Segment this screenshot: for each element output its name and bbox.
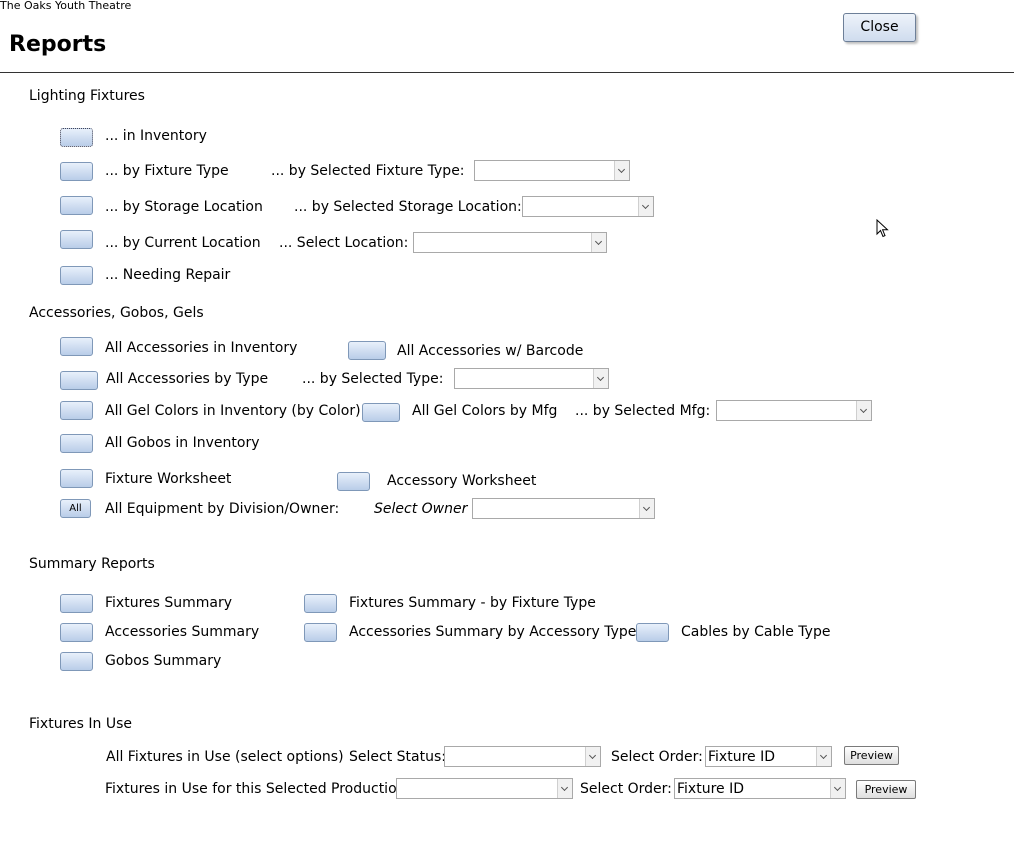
header-divider xyxy=(0,72,1014,73)
label-fixtures-summary-by-type: Fixtures Summary - by Fixture Type xyxy=(349,595,596,611)
label-select-status: Select Status: xyxy=(349,749,446,765)
owner-select[interactable] xyxy=(472,498,655,519)
order-select-1[interactable]: Fixture ID xyxy=(705,746,832,767)
report-accessories-barcode-button[interactable] xyxy=(348,341,386,360)
label-fixture-worksheet: Fixture Worksheet xyxy=(105,471,232,487)
report-gel-colors-by-mfg-button[interactable] xyxy=(362,403,400,422)
label-by-current-location: ... by Current Location xyxy=(105,235,261,251)
storage-location-select[interactable] xyxy=(522,196,654,217)
label-cables-by-type: Cables by Cable Type xyxy=(681,624,831,640)
preview-button-1[interactable]: Preview xyxy=(844,746,899,765)
report-cables-by-type-button[interactable] xyxy=(636,623,669,642)
label-gel-colors: All Gel Colors in Inventory (by Color) xyxy=(105,403,361,419)
chevron-down-icon[interactable] xyxy=(816,747,831,766)
label-in-inventory: ... in Inventory xyxy=(105,128,207,144)
label-all-accessories: All Accessories in Inventory xyxy=(105,340,298,356)
report-accessory-worksheet-button[interactable] xyxy=(337,472,370,491)
label-accessories-summary: Accessories Summary xyxy=(105,624,260,640)
chevron-down-icon[interactable] xyxy=(614,161,629,180)
report-needing-repair-button[interactable] xyxy=(60,266,93,285)
report-by-storage-location-button[interactable] xyxy=(60,196,93,215)
order-select-1-value: Fixture ID xyxy=(708,749,775,765)
label-select-order-2: Select Order: xyxy=(580,781,672,797)
section-heading-accessories: Accessories, Gobos, Gels xyxy=(29,305,204,321)
page-title: Reports xyxy=(9,32,107,57)
status-select[interactable] xyxy=(444,746,601,767)
label-by-storage-location: ... by Storage Location xyxy=(105,199,263,215)
chevron-down-icon[interactable] xyxy=(856,401,871,420)
report-in-inventory-button[interactable] xyxy=(60,128,93,147)
mouse-cursor-icon xyxy=(876,219,889,238)
mfg-select[interactable] xyxy=(716,400,872,421)
label-gobos-summary: Gobos Summary xyxy=(105,653,222,669)
label-accessories-barcode: All Accessories w/ Barcode xyxy=(397,343,584,359)
preview-button-2[interactable]: Preview xyxy=(856,780,916,799)
label-by-selected-storage-location: ... by Selected Storage Location: xyxy=(294,199,522,215)
label-by-fixture-type: ... by Fixture Type xyxy=(105,163,229,179)
order-select-2[interactable]: Fixture ID xyxy=(674,778,846,799)
section-heading-summary: Summary Reports xyxy=(29,556,155,572)
chevron-down-icon[interactable] xyxy=(638,197,653,216)
report-by-fixture-type-button[interactable] xyxy=(60,162,93,181)
chevron-down-icon[interactable] xyxy=(593,369,608,388)
report-fixture-worksheet-button[interactable] xyxy=(60,469,93,488)
chevron-down-icon[interactable] xyxy=(557,779,572,798)
report-fixtures-summary-by-type-button[interactable] xyxy=(304,594,337,613)
label-by-selected-mfg: ... by Selected Mfg: xyxy=(575,403,711,419)
accessory-type-select[interactable] xyxy=(454,368,609,389)
report-accessories-summary-by-type-button[interactable] xyxy=(304,623,337,642)
app-title: The Oaks Youth Theatre xyxy=(0,0,132,12)
label-accessory-worksheet: Accessory Worksheet xyxy=(387,473,537,489)
section-heading-lighting: Lighting Fixtures xyxy=(29,88,145,104)
report-accessories-summary-button[interactable] xyxy=(60,623,93,642)
label-accessories-by-type: All Accessories by Type xyxy=(106,371,269,387)
report-all-gobos-button[interactable] xyxy=(60,434,93,453)
current-location-select[interactable] xyxy=(413,232,607,253)
label-select-owner: Select Owner : xyxy=(374,501,477,517)
report-gobos-summary-button[interactable] xyxy=(60,652,93,671)
label-by-selected-fixture-type: ... by Selected Fixture Type: xyxy=(271,163,465,179)
report-by-current-location-button[interactable] xyxy=(60,230,93,249)
label-needing-repair: ... Needing Repair xyxy=(105,267,231,283)
order-select-2-value: Fixture ID xyxy=(677,781,744,797)
label-all-fixtures-in-use: All Fixtures in Use (select options) xyxy=(106,749,344,765)
chevron-down-icon[interactable] xyxy=(639,499,654,518)
chevron-down-icon[interactable] xyxy=(585,747,600,766)
chevron-down-icon[interactable] xyxy=(591,233,606,252)
section-heading-in-use: Fixtures In Use xyxy=(29,716,132,732)
close-button[interactable]: Close xyxy=(843,13,916,42)
report-accessories-by-type-button[interactable] xyxy=(60,371,98,390)
label-all-gobos: All Gobos in Inventory xyxy=(105,435,260,451)
label-select-location: ... Select Location: xyxy=(279,235,409,251)
label-fixtures-for-production: Fixtures in Use for this Selected Produc… xyxy=(105,781,411,797)
report-gel-colors-button[interactable] xyxy=(60,401,93,420)
production-select[interactable] xyxy=(396,778,573,799)
report-all-accessories-button[interactable] xyxy=(60,337,93,356)
label-accessories-summary-by-type: Accessories Summary by Accessory Type xyxy=(349,624,637,640)
report-fixtures-summary-button[interactable] xyxy=(60,594,93,613)
fixture-type-select[interactable] xyxy=(474,160,630,181)
chevron-down-icon[interactable] xyxy=(830,779,845,798)
label-fixtures-summary: Fixtures Summary xyxy=(105,595,233,611)
label-select-order-1: Select Order: xyxy=(611,749,703,765)
label-all-equipment-by-owner: All Equipment by Division/Owner: xyxy=(105,501,340,517)
label-by-selected-type: ... by Selected Type: xyxy=(302,371,444,387)
label-gel-colors-by-mfg: All Gel Colors by Mfg xyxy=(412,403,558,419)
report-all-equipment-button[interactable]: All xyxy=(60,499,91,518)
